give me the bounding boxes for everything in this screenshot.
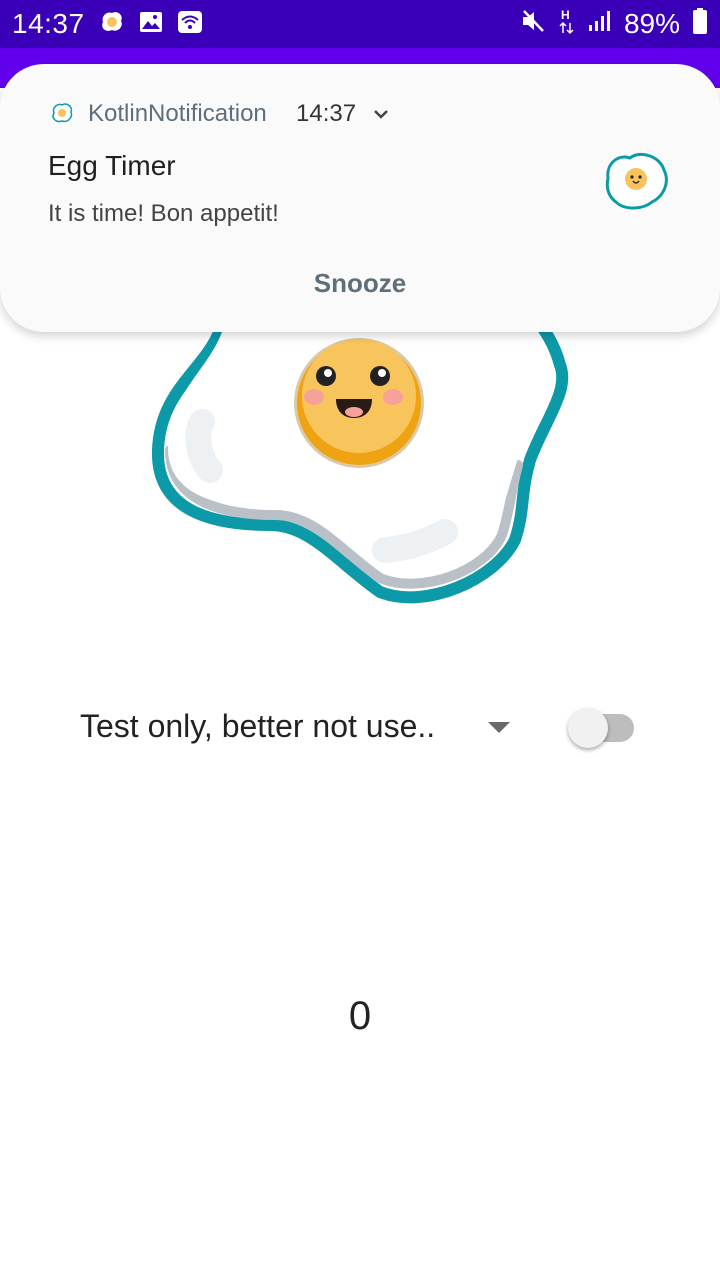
egg-notification-icon [99, 10, 125, 38]
status-bar: 14:37 H 89% [0, 0, 720, 48]
notification-text: It is time! Bon appetit! [48, 200, 279, 227]
notification-title: Egg Timer [48, 150, 176, 181]
battery-icon [692, 7, 708, 42]
mute-icon [520, 8, 546, 41]
notification-time: 14:37 [296, 100, 357, 127]
egg-illustration [151, 310, 569, 604]
timer-duration-spinner[interactable]: Test only, better not use.. [80, 706, 520, 752]
h-plus-data-icon: H [558, 7, 576, 42]
signal-icon [588, 8, 612, 40]
status-time: 14:37 [12, 8, 85, 39]
chevron-down-icon[interactable] [372, 106, 390, 125]
snooze-button[interactable]: Snooze [300, 268, 420, 299]
spinner-selected-value: Test only, better not use.. [80, 708, 436, 744]
egg-small-icon [50, 102, 74, 128]
battery-percentage: 89% [623, 8, 680, 39]
timer-switch[interactable] [568, 708, 636, 748]
svg-text:H: H [561, 8, 570, 22]
wifi-calling-icon [177, 10, 203, 38]
notification-app-name: KotlinNotification [88, 100, 267, 127]
image-icon [139, 10, 163, 38]
switch-thumb [568, 708, 608, 748]
dropdown-arrow-icon [488, 722, 510, 733]
egg-large-icon [602, 150, 670, 216]
timer-value: 0 [348, 994, 372, 1038]
